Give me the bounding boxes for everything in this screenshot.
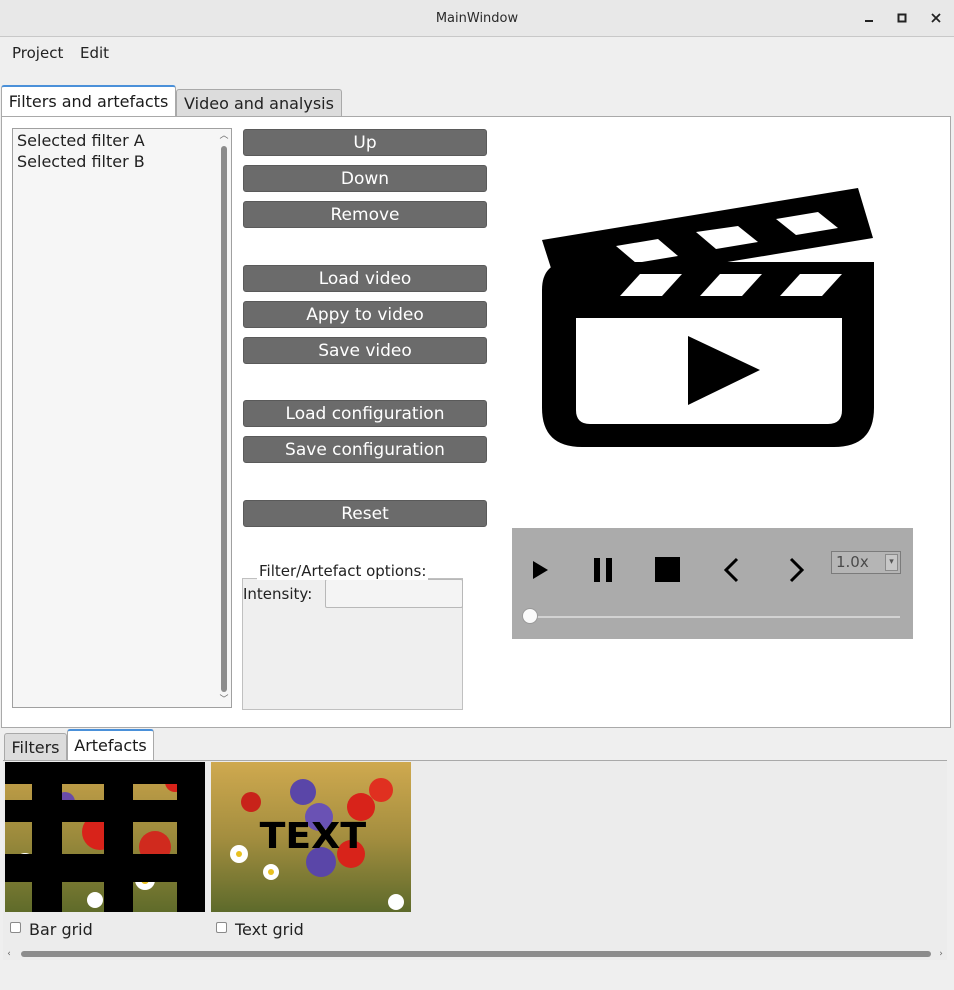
bar-grid-thumbnail[interactable] <box>5 762 205 912</box>
load-configuration-button[interactable]: Load configuration <box>243 400 487 427</box>
save-configuration-button[interactable]: Save configuration <box>243 436 487 463</box>
flower-image: TEXT <box>211 762 411 912</box>
text-grid-thumbnail[interactable]: TEXT <box>211 762 411 912</box>
player-controls: 1.0x ▾ <box>512 528 913 639</box>
horizontal-scrollbar[interactable]: ‹ › <box>3 948 947 960</box>
intensity-label: Intensity: <box>243 585 313 603</box>
tab-video-and-analysis[interactable]: Video and analysis <box>176 89 342 116</box>
scroll-down-icon[interactable]: ﹀ <box>218 694 230 706</box>
stop-button[interactable] <box>648 550 688 590</box>
list-item[interactable]: Selected filter B <box>17 152 145 171</box>
options-title: Filter/Artefact options: <box>257 562 429 580</box>
tab-filters[interactable]: Filters <box>4 733 67 760</box>
seek-slider-handle[interactable] <box>522 608 538 624</box>
pause-icon <box>594 558 612 582</box>
scroll-right-icon[interactable]: › <box>935 948 947 960</box>
speed-select[interactable]: 1.0x ▾ <box>831 551 901 574</box>
menu-project[interactable]: Project <box>12 44 63 62</box>
selected-filters-list[interactable]: Selected filter A Selected filter B ︿ ﹀ <box>12 128 232 708</box>
clapperboard-icon <box>542 188 874 447</box>
chevron-left-icon <box>723 557 739 583</box>
load-video-button[interactable]: Load video <box>243 265 487 292</box>
play-icon <box>533 561 548 579</box>
bar-grid-checkbox[interactable] <box>10 922 21 933</box>
scrollbar-thumb[interactable] <box>21 951 931 957</box>
scroll-left-icon[interactable]: ‹ <box>3 948 15 960</box>
speed-value: 1.0x <box>836 553 869 571</box>
minimize-icon <box>865 20 873 22</box>
close-button[interactable] <box>927 9 945 27</box>
close-icon <box>931 13 941 23</box>
down-button[interactable]: Down <box>243 165 487 192</box>
overlay-text: TEXT <box>260 815 367 857</box>
scrollbar-thumb[interactable] <box>221 146 227 692</box>
intensity-input[interactable] <box>325 579 463 608</box>
bar-grid-checkbox-row[interactable]: Bar grid <box>10 920 93 939</box>
text-grid-label: Text grid <box>235 920 304 939</box>
stop-icon <box>655 557 680 582</box>
bar-grid-label: Bar grid <box>29 920 93 939</box>
title-bar: MainWindow <box>0 0 954 37</box>
chevron-down-icon[interactable]: ▾ <box>885 554 898 571</box>
maximize-button[interactable] <box>893 9 911 27</box>
scroll-up-icon[interactable]: ︿ <box>218 130 230 142</box>
menu-bar: Project Edit <box>0 38 954 68</box>
minimize-button[interactable] <box>860 9 878 27</box>
flower-image <box>5 762 205 912</box>
apply-to-video-button[interactable]: Appy to video <box>243 301 487 328</box>
tab-artefacts[interactable]: Artefacts <box>67 729 154 760</box>
list-item[interactable]: Selected filter A <box>17 131 145 150</box>
text-grid-checkbox[interactable] <box>216 922 227 933</box>
pause-button[interactable] <box>584 550 624 590</box>
up-button[interactable]: Up <box>243 129 487 156</box>
vertical-scrollbar[interactable]: ︿ ﹀ <box>218 130 230 706</box>
play-button[interactable] <box>520 550 560 590</box>
save-video-button[interactable]: Save video <box>243 337 487 364</box>
chevron-right-icon <box>789 557 805 583</box>
menu-edit[interactable]: Edit <box>80 44 109 62</box>
previous-frame-button[interactable] <box>712 550 752 590</box>
remove-button[interactable]: Remove <box>243 201 487 228</box>
window-title: MainWindow <box>435 11 519 26</box>
video-preview <box>512 160 914 490</box>
reset-button[interactable]: Reset <box>243 500 487 527</box>
next-frame-button[interactable] <box>776 550 816 590</box>
text-grid-checkbox-row[interactable]: Text grid <box>216 920 304 939</box>
maximize-icon <box>897 13 907 23</box>
tab-filters-and-artefacts[interactable]: Filters and artefacts <box>1 85 176 116</box>
seek-slider-track[interactable] <box>530 616 900 618</box>
